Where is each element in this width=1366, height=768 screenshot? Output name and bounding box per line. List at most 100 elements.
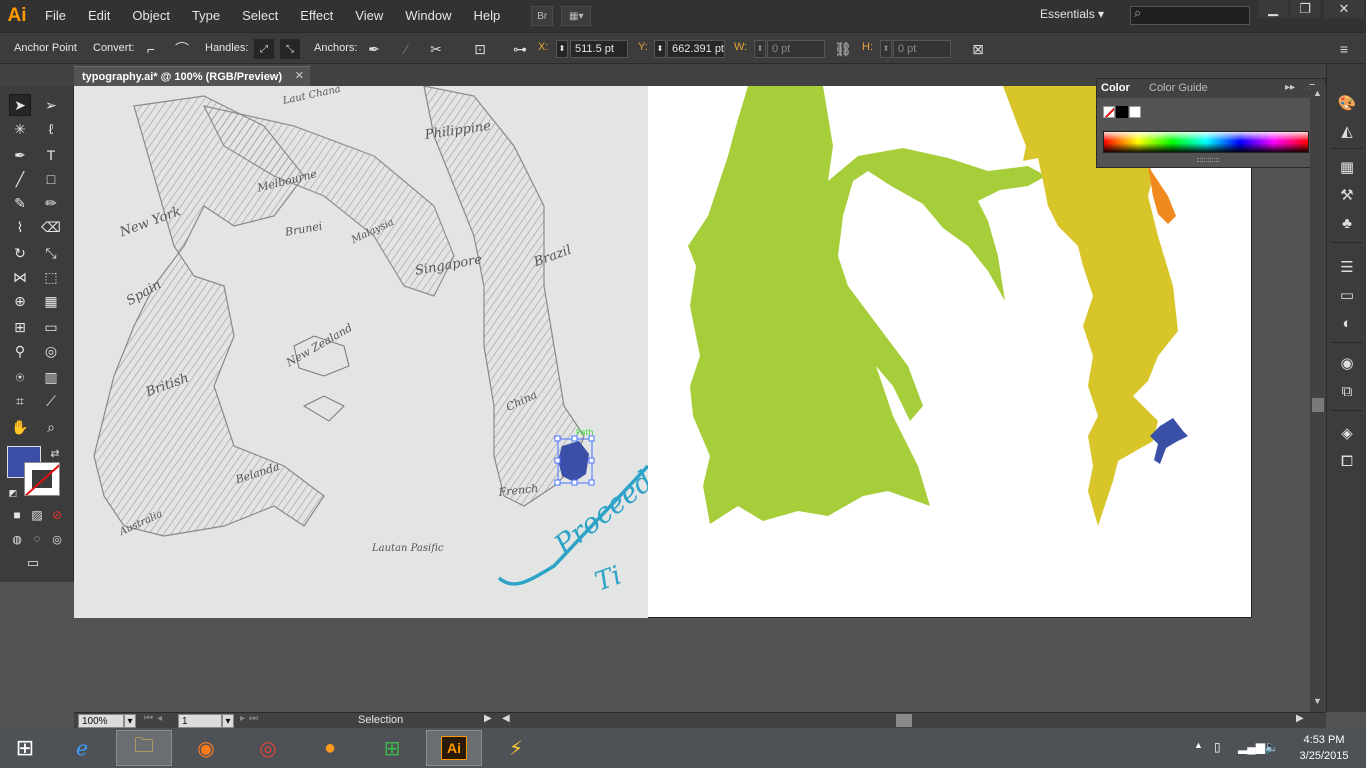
zoom-tool-icon[interactable]: ⌕ [40, 416, 62, 438]
store-icon[interactable]: ⊞ [364, 730, 420, 766]
h-stepper[interactable]: ⬍ [880, 40, 892, 58]
color-spectrum[interactable] [1103, 131, 1309, 153]
restore-icon[interactable]: ❐ [1290, 0, 1320, 18]
horizontal-scroll-thumb[interactable] [896, 714, 912, 727]
menu-view[interactable]: View [344, 0, 394, 32]
free-transform-tool-icon[interactable]: ⬚ [40, 266, 62, 288]
transparency-icon[interactable]: ◐ [1335, 312, 1359, 334]
network-icon[interactable]: ▂▄▆ [1238, 740, 1265, 754]
close-document-icon[interactable]: ✕ [295, 69, 304, 82]
gradient-icon[interactable]: ▭ [1335, 284, 1359, 306]
magic-wand-tool-icon[interactable]: ✳ [9, 118, 31, 140]
menu-help[interactable]: Help [462, 0, 511, 32]
selection-tool-icon[interactable]: ➤ [9, 94, 31, 116]
close-window-icon[interactable]: ✕ [1324, 0, 1364, 18]
pencil-tool-icon[interactable]: ✏ [40, 192, 62, 214]
menu-select[interactable]: Select [231, 0, 289, 32]
vertical-scrollbar[interactable]: ▲ ▼ [1310, 86, 1326, 712]
battery-icon[interactable]: ▯ [1214, 740, 1221, 754]
firefox-icon[interactable]: ◉ [178, 730, 234, 766]
status-menu-icon[interactable]: ▶ [484, 713, 492, 724]
illustrator-logo[interactable]: Ai [0, 0, 34, 32]
zoom-field[interactable]: 100% [78, 714, 124, 728]
mesh-tool-icon[interactable]: ⊞ [9, 316, 31, 338]
volume-icon[interactable]: 🔈 [1264, 740, 1279, 754]
scroll-up-icon[interactable]: ▲ [1313, 88, 1322, 98]
width-tool-icon[interactable]: ⋈ [9, 266, 31, 288]
search-input[interactable]: ⌕ [1130, 5, 1250, 25]
perspective-grid-tool-icon[interactable]: ▦ [40, 290, 62, 312]
slice-tool-icon[interactable]: ⟋ [40, 390, 62, 412]
screen-mode-icon[interactable]: ▭ [22, 552, 44, 574]
tab-color-guide[interactable]: Color Guide [1149, 82, 1208, 94]
gradient-mode-icon[interactable]: ▨ [26, 504, 48, 526]
w-field[interactable]: 0 pt [767, 40, 825, 58]
align-selection-icon[interactable]: ⊡ [470, 39, 490, 59]
swap-fill-stroke-icon[interactable]: ⇄ [44, 442, 66, 464]
scroll-down-icon[interactable]: ▼ [1313, 696, 1322, 706]
vertical-scroll-thumb[interactable] [1312, 398, 1324, 412]
convert-corner-icon[interactable]: ⌐ [141, 39, 161, 59]
rotate-tool-icon[interactable]: ↻ [9, 242, 31, 264]
brushes-icon[interactable]: ⚒ [1335, 184, 1359, 206]
menu-type[interactable]: Type [181, 0, 231, 32]
appearance-icon[interactable]: ◉ [1335, 352, 1359, 374]
menu-object[interactable]: Object [121, 0, 181, 32]
black-swatch[interactable] [1116, 106, 1128, 118]
bridge-button[interactable]: Br [531, 6, 554, 26]
tab-color[interactable]: Color [1101, 82, 1130, 94]
shape-builder-tool-icon[interactable]: ⊕ [9, 290, 31, 312]
show-handles-icon[interactable]: ⤢ [254, 39, 274, 59]
stroke-swatch[interactable] [24, 462, 60, 496]
zoom-dropdown-icon[interactable]: ▾ [124, 714, 136, 728]
first-prev-artboard-icon[interactable]: ⏮◂ [144, 713, 166, 724]
paintbrush-tool-icon[interactable]: ✎ [9, 192, 31, 214]
artboard-number-field[interactable]: 1 [178, 714, 222, 728]
artboard-dropdown-icon[interactable]: ▾ [222, 714, 234, 728]
winamp-icon[interactable]: ⚡ [488, 730, 544, 766]
menu-file[interactable]: File [34, 0, 77, 32]
scroll-left-icon[interactable]: ◀ [502, 713, 510, 724]
symbol-sprayer-tool-icon[interactable]: ⍟ [9, 366, 31, 388]
cut-path-icon[interactable]: ✂ [426, 39, 446, 59]
none-mode-icon[interactable]: ⊘ [46, 504, 68, 526]
constrain-proportions-icon[interactable]: ⛓ [833, 39, 853, 59]
swatches-icon[interactable]: ▦ [1335, 156, 1359, 178]
start-button-icon[interactable]: ⊞ [0, 730, 50, 766]
w-stepper[interactable]: ⬍ [754, 40, 766, 58]
white-swatch[interactable] [1129, 106, 1141, 118]
y-stepper[interactable]: ⬍ [654, 40, 666, 58]
blob-brush-tool-icon[interactable]: ⌇ [9, 216, 31, 238]
line-tool-icon[interactable]: ╱ [9, 168, 31, 190]
arrange-documents-icon[interactable]: ▦▾ [561, 6, 592, 26]
direct-selection-tool-icon[interactable]: ➢ [40, 94, 62, 116]
stroke-icon[interactable]: ☰ [1335, 256, 1359, 278]
minimize-icon[interactable]: ▁ [1258, 0, 1288, 18]
reference-point-icon[interactable]: ⊶ [510, 39, 530, 59]
symbols-icon[interactable]: ♣ [1335, 212, 1359, 234]
connect-anchor-icon[interactable]: ⁄ [396, 39, 416, 59]
convert-smooth-icon[interactable]: ⌒ [172, 39, 192, 59]
hand-tool-icon[interactable]: ✋ [9, 416, 31, 438]
media-player-icon[interactable]: ● [302, 730, 358, 766]
h-field[interactable]: 0 pt [893, 40, 951, 58]
pen-tool-icon[interactable]: ✒ [9, 144, 31, 166]
control-panel-menu-icon[interactable]: ≡ [1334, 39, 1354, 59]
hide-handles-icon[interactable]: ⤡ [280, 39, 300, 59]
artboards-icon[interactable]: ⧠ [1335, 450, 1359, 472]
y-field[interactable]: 662.391 pt [667, 40, 725, 58]
type-tool-icon[interactable]: T [40, 144, 62, 166]
menu-edit[interactable]: Edit [77, 0, 121, 32]
layers-icon[interactable]: ◈ [1335, 422, 1359, 444]
color-panel-icon[interactable]: 🎨 [1335, 92, 1359, 114]
show-hidden-icons-icon[interactable]: ▲ [1194, 740, 1203, 750]
eyedropper-tool-icon[interactable]: ⚲ [9, 340, 31, 362]
blend-tool-icon[interactable]: ◎ [40, 340, 62, 362]
isolate-object-icon[interactable]: ⊠ [968, 39, 988, 59]
illustrator-taskbar-icon[interactable]: Ai [426, 730, 482, 766]
menu-effect[interactable]: Effect [289, 0, 344, 32]
document-tab[interactable]: typography.ai* @ 100% (RGB/Preview) ✕ [74, 66, 310, 86]
placed-sketch-image[interactable]: Proceed Ti Path Laut Chana Philippine Ne… [74, 86, 648, 618]
menu-window[interactable]: Window [394, 0, 462, 32]
system-clock[interactable]: 4:53 PM 3/25/2015 [1288, 732, 1360, 764]
